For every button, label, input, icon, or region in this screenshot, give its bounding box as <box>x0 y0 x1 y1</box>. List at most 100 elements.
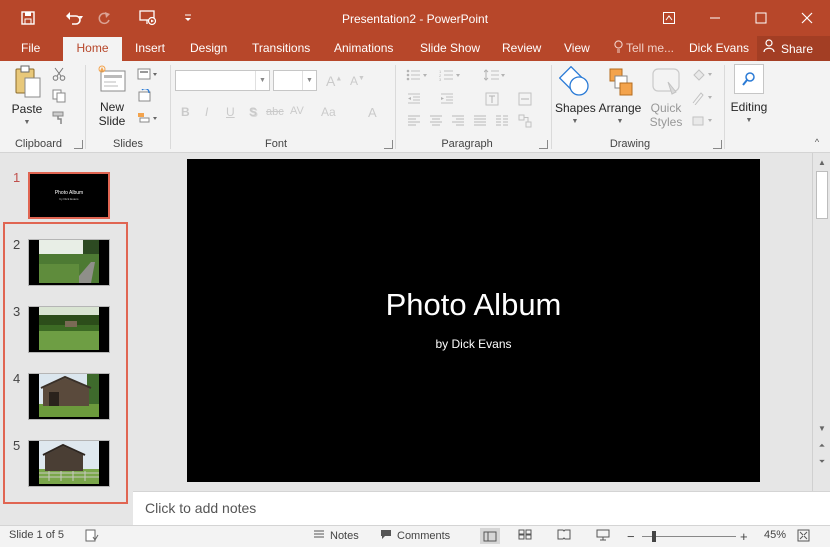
group-divider <box>395 65 396 149</box>
tell-me-box[interactable]: Tell me... <box>614 36 674 61</box>
align-center-icon[interactable] <box>427 113 445 129</box>
tab-transitions[interactable]: Transitions <box>252 36 310 61</box>
slide-sorter-icon[interactable] <box>518 529 532 540</box>
paste-button[interactable]: Paste ▼ <box>8 65 46 130</box>
bullets-icon[interactable] <box>405 67 431 83</box>
reading-view-icon[interactable] <box>557 529 571 540</box>
drawing-group-label: Drawing <box>609 138 651 150</box>
tab-file[interactable]: File <box>21 36 40 61</box>
format-painter-icon[interactable] <box>50 110 68 126</box>
slide-info: Slide 1 of 5 <box>9 529 65 541</box>
scroll-thumb[interactable] <box>816 171 828 219</box>
tab-home[interactable]: Home <box>63 37 122 61</box>
tab-review[interactable]: Review <box>502 36 541 61</box>
notes-pane[interactable]: Click to add notes <box>133 491 830 525</box>
copy-icon[interactable] <box>50 88 68 104</box>
reset-icon[interactable] <box>136 88 154 104</box>
increase-indent-icon[interactable] <box>438 91 456 107</box>
bold-button[interactable]: B <box>181 105 190 119</box>
increase-font-icon[interactable]: A▲ <box>326 73 342 89</box>
maximize-icon[interactable] <box>738 0 784 36</box>
customize-qat-icon[interactable] <box>174 4 202 32</box>
font-size-combo[interactable]: ▼ <box>273 70 317 91</box>
font-launcher-icon[interactable] <box>384 140 393 149</box>
slide-show-icon[interactable] <box>596 529 610 541</box>
chevron-down-icon: ▼ <box>745 117 753 124</box>
align-text-icon[interactable] <box>516 91 534 107</box>
layout-icon[interactable] <box>136 66 160 82</box>
strikethrough-button[interactable]: abc <box>266 106 284 118</box>
shape-effects-icon[interactable] <box>690 113 716 129</box>
chevron-down-icon: ▼ <box>23 119 31 126</box>
align-right-icon[interactable] <box>449 113 467 129</box>
slide-title[interactable]: Photo Album <box>187 287 760 323</box>
scroll-up-icon[interactable]: ▲ <box>815 155 829 169</box>
zoom-slider[interactable] <box>642 536 736 537</box>
user-name[interactable]: Dick Evans <box>689 36 749 61</box>
character-spacing-button[interactable]: AV <box>290 105 304 117</box>
comments-button[interactable]: Comments <box>380 529 450 543</box>
editing-button[interactable]: Editing ▼ <box>727 64 771 128</box>
shadow-button[interactable]: S <box>249 105 257 119</box>
slide-thumbnail-1[interactable]: Photo Album by Dick Evans <box>28 172 110 219</box>
new-slide-button[interactable]: New Slide <box>92 65 132 128</box>
quick-styles-label-2: Styles <box>649 115 683 129</box>
quick-styles-button[interactable]: Quick Styles <box>645 66 687 129</box>
share-button[interactable]: Share <box>757 36 830 61</box>
line-spacing-icon[interactable] <box>483 67 509 83</box>
font-name-combo[interactable]: ▼ <box>175 70 270 91</box>
change-case-button[interactable]: Aa <box>321 105 336 119</box>
minimize-icon[interactable] <box>692 0 738 36</box>
section-icon[interactable] <box>136 110 160 126</box>
shapes-button[interactable]: Shapes ▼ <box>555 65 596 129</box>
decrease-indent-icon[interactable] <box>405 91 423 107</box>
align-left-icon[interactable] <box>405 113 423 129</box>
zoom-out-icon[interactable]: − <box>627 529 635 544</box>
current-slide[interactable]: Photo Album by Dick Evans <box>187 159 760 482</box>
close-icon[interactable] <box>784 0 830 36</box>
decrease-font-icon[interactable]: A▼ <box>350 74 365 88</box>
tab-animations[interactable]: Animations <box>334 36 393 61</box>
underline-button[interactable]: U <box>226 105 235 119</box>
smartart-icon[interactable] <box>516 113 534 129</box>
thumb-subtitle: by Dick Evans <box>59 197 79 201</box>
clipboard-launcher-icon[interactable] <box>74 140 83 149</box>
ribbon-display-options-icon[interactable] <box>646 0 692 36</box>
comments-label: Comments <box>397 530 451 542</box>
spelling-icon[interactable] <box>85 529 99 542</box>
normal-view-icon[interactable] <box>480 528 500 544</box>
tab-design[interactable]: Design <box>190 36 227 61</box>
zoom-in-icon[interactable]: + <box>740 529 748 544</box>
text-direction-icon[interactable] <box>483 91 501 107</box>
notes-label: Notes <box>330 529 359 542</box>
columns-icon[interactable] <box>493 113 511 129</box>
arrange-button[interactable]: Arrange ▼ <box>597 66 643 129</box>
redo-icon[interactable] <box>90 4 118 32</box>
share-label: Share <box>781 41 814 56</box>
zoom-slider-handle[interactable] <box>652 531 656 542</box>
zoom-level[interactable]: 45% <box>764 529 786 541</box>
cut-icon[interactable] <box>50 66 68 82</box>
vertical-scrollbar[interactable]: ▲ ▼ ⏶ ⏷ <box>812 153 830 491</box>
save-icon[interactable] <box>14 4 42 32</box>
shape-fill-icon[interactable] <box>690 67 716 83</box>
italic-button[interactable]: I <box>205 105 208 119</box>
previous-slide-icon[interactable]: ⏶ <box>815 439 829 453</box>
tab-slide-show[interactable]: Slide Show <box>420 36 480 61</box>
notes-button[interactable]: Notes <box>313 529 359 542</box>
tab-insert[interactable]: Insert <box>135 36 165 61</box>
drawing-launcher-icon[interactable] <box>713 140 722 149</box>
fit-to-window-icon[interactable] <box>797 529 810 542</box>
paragraph-launcher-icon[interactable] <box>539 140 548 149</box>
shape-outline-icon[interactable] <box>690 90 716 106</box>
collapse-ribbon-icon[interactable]: ^ <box>808 134 826 150</box>
justify-icon[interactable] <box>471 113 489 129</box>
slide-subtitle[interactable]: by Dick Evans <box>187 337 760 351</box>
next-slide-icon[interactable]: ⏷ <box>815 455 829 469</box>
present-from-start-icon[interactable] <box>134 4 162 32</box>
tab-view[interactable]: View <box>564 36 590 61</box>
font-color-button[interactable]: A <box>368 105 377 120</box>
undo-icon[interactable] <box>60 4 88 32</box>
scroll-down-icon[interactable]: ▼ <box>815 421 829 435</box>
numbering-icon[interactable]: 123 <box>438 67 464 83</box>
